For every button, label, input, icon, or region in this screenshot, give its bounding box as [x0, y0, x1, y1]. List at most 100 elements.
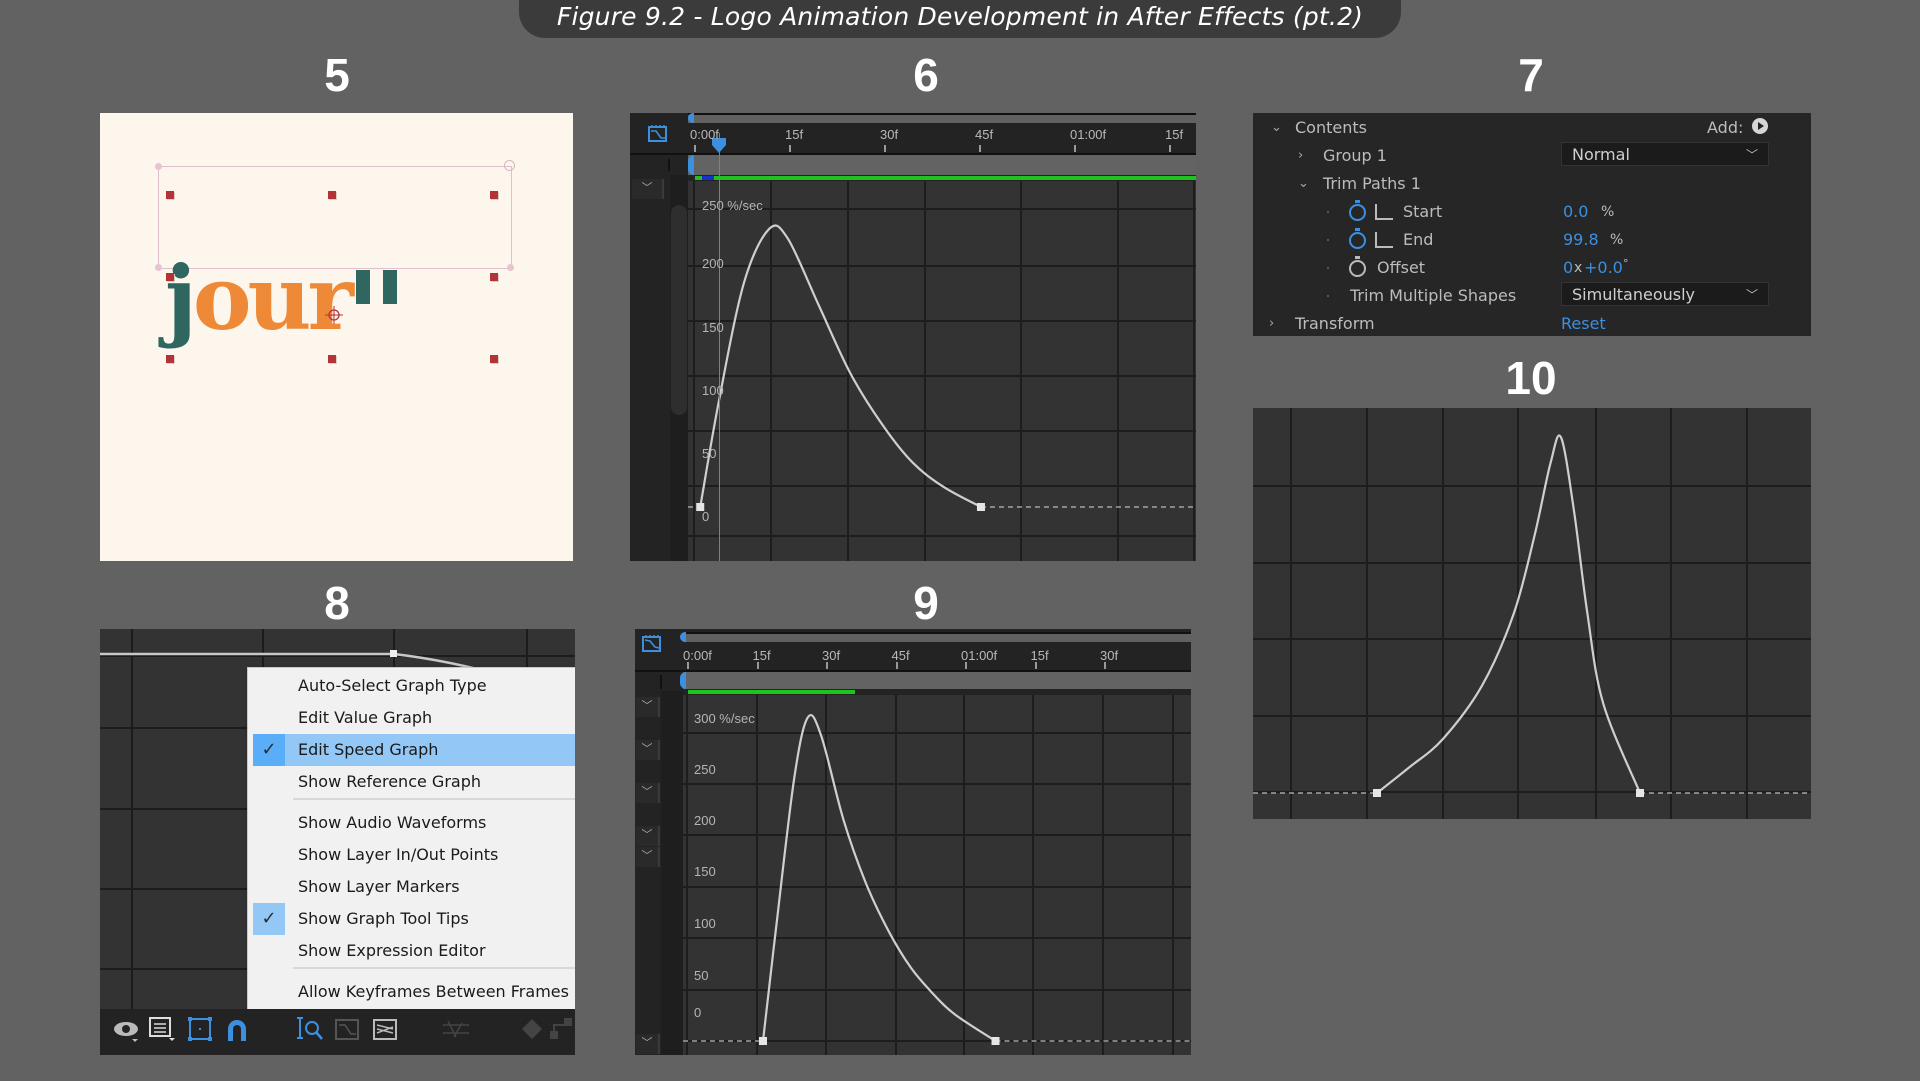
keyframe-handle[interactable]	[991, 1037, 1000, 1045]
navigator-start-handle[interactable]	[688, 113, 694, 123]
speed-graph-panel-10[interactable]	[1253, 408, 1811, 819]
expand-chevron-icon[interactable]: ⌄	[1298, 176, 1309, 191]
anchor-point-icon[interactable]	[325, 306, 343, 324]
add-play-circle-icon[interactable]	[1751, 117, 1769, 135]
graph-toggle-icon[interactable]	[1375, 232, 1393, 248]
speed-graph-svg[interactable]	[688, 181, 1196, 561]
menu-item[interactable]: Show Layer Markers	[248, 871, 575, 903]
property-row-contents[interactable]: ⌄ Contents Add:	[1253, 113, 1811, 142]
graph-toggle-icon[interactable]	[1375, 204, 1393, 220]
navigator-start-handle[interactable]	[680, 632, 686, 642]
layer-transform-handle[interactable]	[328, 355, 336, 363]
menu-item[interactable]: ✓ Edit Speed Graph	[253, 734, 575, 766]
blend-mode-dropdown[interactable]: Normal ﹀	[1561, 142, 1769, 166]
stopwatch-icon[interactable]	[1349, 256, 1366, 277]
stopwatch-icon[interactable]	[1349, 200, 1366, 221]
work-area-bar[interactable]	[683, 672, 1191, 689]
expand-chevron-icon[interactable]: ⌄	[1271, 120, 1282, 135]
shape-layer-properties[interactable]: ⌄ Contents Add: › Group 1 Normal ﹀ ⌄ Trim…	[1253, 113, 1811, 336]
keyframe-handle[interactable]	[1373, 789, 1381, 797]
eye-icon[interactable]	[112, 1015, 144, 1045]
start-value[interactable]: 0.0	[1563, 202, 1588, 221]
menu-item[interactable]: Show Audio Waveforms	[248, 807, 575, 839]
property-row-start[interactable]: Start 0.0 %	[1253, 197, 1811, 226]
graph-editor-panel-6[interactable]: ﹀ 0:00f 15f 30f 45f 01:00f 15f 250 %/sec 200 150…	[630, 113, 1196, 561]
time-ruler[interactable]	[688, 123, 1196, 155]
bbox-corner-handle[interactable]	[507, 264, 514, 271]
property-label: Offset	[1377, 258, 1426, 277]
expand-chevron[interactable]: ﹀	[632, 179, 664, 199]
ruler-tick-label: 30f	[822, 648, 841, 663]
expand-chevron[interactable]: ﹀	[636, 826, 660, 846]
layer-transform-handle[interactable]	[166, 191, 174, 199]
fit-all-icon[interactable]	[370, 1015, 402, 1045]
end-value[interactable]: 99.8	[1563, 230, 1599, 249]
menu-item[interactable]: Show Layer In/Out Points	[248, 839, 575, 871]
keyframe-handle[interactable]	[1636, 789, 1644, 797]
grid	[683, 695, 1191, 1055]
property-row-offset[interactable]: Offset 0 x +0.0 °	[1253, 253, 1811, 282]
speed-graph-area[interactable]	[688, 181, 1196, 561]
vertical-scrollbar[interactable]	[661, 691, 683, 1055]
fit-zoom-icon[interactable]	[294, 1015, 326, 1045]
menu-item[interactable]: ✓ Show Graph Tool Tips	[248, 903, 575, 935]
expand-chevron[interactable]: ﹀	[636, 697, 660, 717]
collapse-chevron-icon[interactable]: ›	[1269, 316, 1274, 331]
separate-dimensions-icon[interactable]	[440, 1015, 472, 1045]
speed-graph-area[interactable]	[683, 695, 1191, 1055]
menu-item[interactable]: Allow Keyframes Between Frames	[248, 976, 575, 1008]
property-row-end[interactable]: End 99.8 %	[1253, 225, 1811, 254]
layer-transform-handle[interactable]	[166, 273, 174, 281]
work-area-start-handle[interactable]	[680, 672, 686, 689]
collapse-chevron-icon[interactable]: ›	[1298, 148, 1303, 163]
speed-curve[interactable]	[699, 224, 982, 508]
graph-options-icon[interactable]	[146, 1015, 178, 1045]
property-row-trim-paths[interactable]: ⌄ Trim Paths 1	[1253, 169, 1811, 198]
layer-transform-handle[interactable]	[490, 355, 498, 363]
menu-item[interactable]: Edit Value Graph	[248, 702, 575, 734]
ruler-tick	[895, 662, 898, 669]
graph-editor-panel-8[interactable]: Auto-Select Graph Type Edit Value Graph ✓ E…	[100, 629, 575, 1055]
keyframe-handle[interactable]	[976, 503, 985, 511]
trim-multiple-shapes-dropdown[interactable]: Simultaneously ﹀	[1561, 282, 1769, 306]
keyframe-handle[interactable]	[759, 1037, 768, 1045]
work-area-bar[interactable]	[688, 155, 1196, 175]
speed-curve[interactable]	[761, 713, 997, 1042]
expand-chevron[interactable]: ﹀	[636, 847, 660, 867]
reset-link[interactable]: Reset	[1561, 314, 1606, 333]
speed-curve[interactable]	[1376, 434, 1642, 794]
graph-editor-icon[interactable]	[647, 123, 669, 143]
layer-transform-handle[interactable]	[490, 191, 498, 199]
transform-box-icon[interactable]	[185, 1015, 217, 1045]
offset-revolutions[interactable]: 0	[1563, 258, 1573, 277]
expand-chevron[interactable]: ﹀	[636, 1034, 660, 1054]
composition-viewer[interactable]: jour	[100, 113, 573, 561]
speed-graph-svg[interactable]	[1253, 408, 1811, 819]
graph-options-menu[interactable]: Auto-Select Graph Type Edit Value Graph ✓ E…	[247, 667, 575, 1017]
graph-editor-icon[interactable]	[641, 633, 663, 653]
scrollbar-thumb[interactable]	[671, 205, 687, 415]
offset-degrees[interactable]: +0.0	[1584, 258, 1623, 277]
work-area-start-handle[interactable]	[688, 155, 694, 175]
layer-transform-handle[interactable]	[328, 191, 336, 199]
menu-item[interactable]: Auto-Select Graph Type	[248, 670, 575, 702]
menu-item[interactable]: Show Expression Editor	[248, 935, 575, 967]
expand-chevron[interactable]: ﹀	[636, 740, 660, 760]
layer-transform-handle[interactable]	[490, 273, 498, 281]
layer-transform-handle[interactable]	[166, 355, 174, 363]
bbox-rotate-handle[interactable]	[504, 160, 515, 171]
property-row-trim-multiple[interactable]: Trim Multiple Shapes Simultaneously ﹀	[1253, 281, 1811, 310]
property-row-transform[interactable]: › Transform Reset	[1253, 309, 1811, 336]
expand-chevron[interactable]: ﹀	[636, 783, 660, 803]
stopwatch-icon[interactable]	[1349, 228, 1366, 249]
property-row-group[interactable]: › Group 1 Normal ﹀	[1253, 141, 1811, 170]
snap-magnet-icon[interactable]	[222, 1015, 254, 1045]
menu-item[interactable]: Show Reference Graph	[248, 766, 575, 798]
graph-editor-panel-9[interactable]: ﹀ ﹀ ﹀ ﹀ ﹀ ﹀ 0:00f 15f 30f 45f 01:00f 15f 30f 30…	[635, 629, 1191, 1055]
easy-ease-icon[interactable]	[548, 1015, 575, 1045]
bbox-corner-handle[interactable]	[155, 163, 162, 170]
menu-item-label: Show Graph Tool Tips	[298, 909, 469, 928]
graph-icon[interactable]	[332, 1015, 364, 1045]
bbox-corner-handle[interactable]	[155, 264, 162, 271]
speed-graph-svg[interactable]	[683, 695, 1191, 1055]
